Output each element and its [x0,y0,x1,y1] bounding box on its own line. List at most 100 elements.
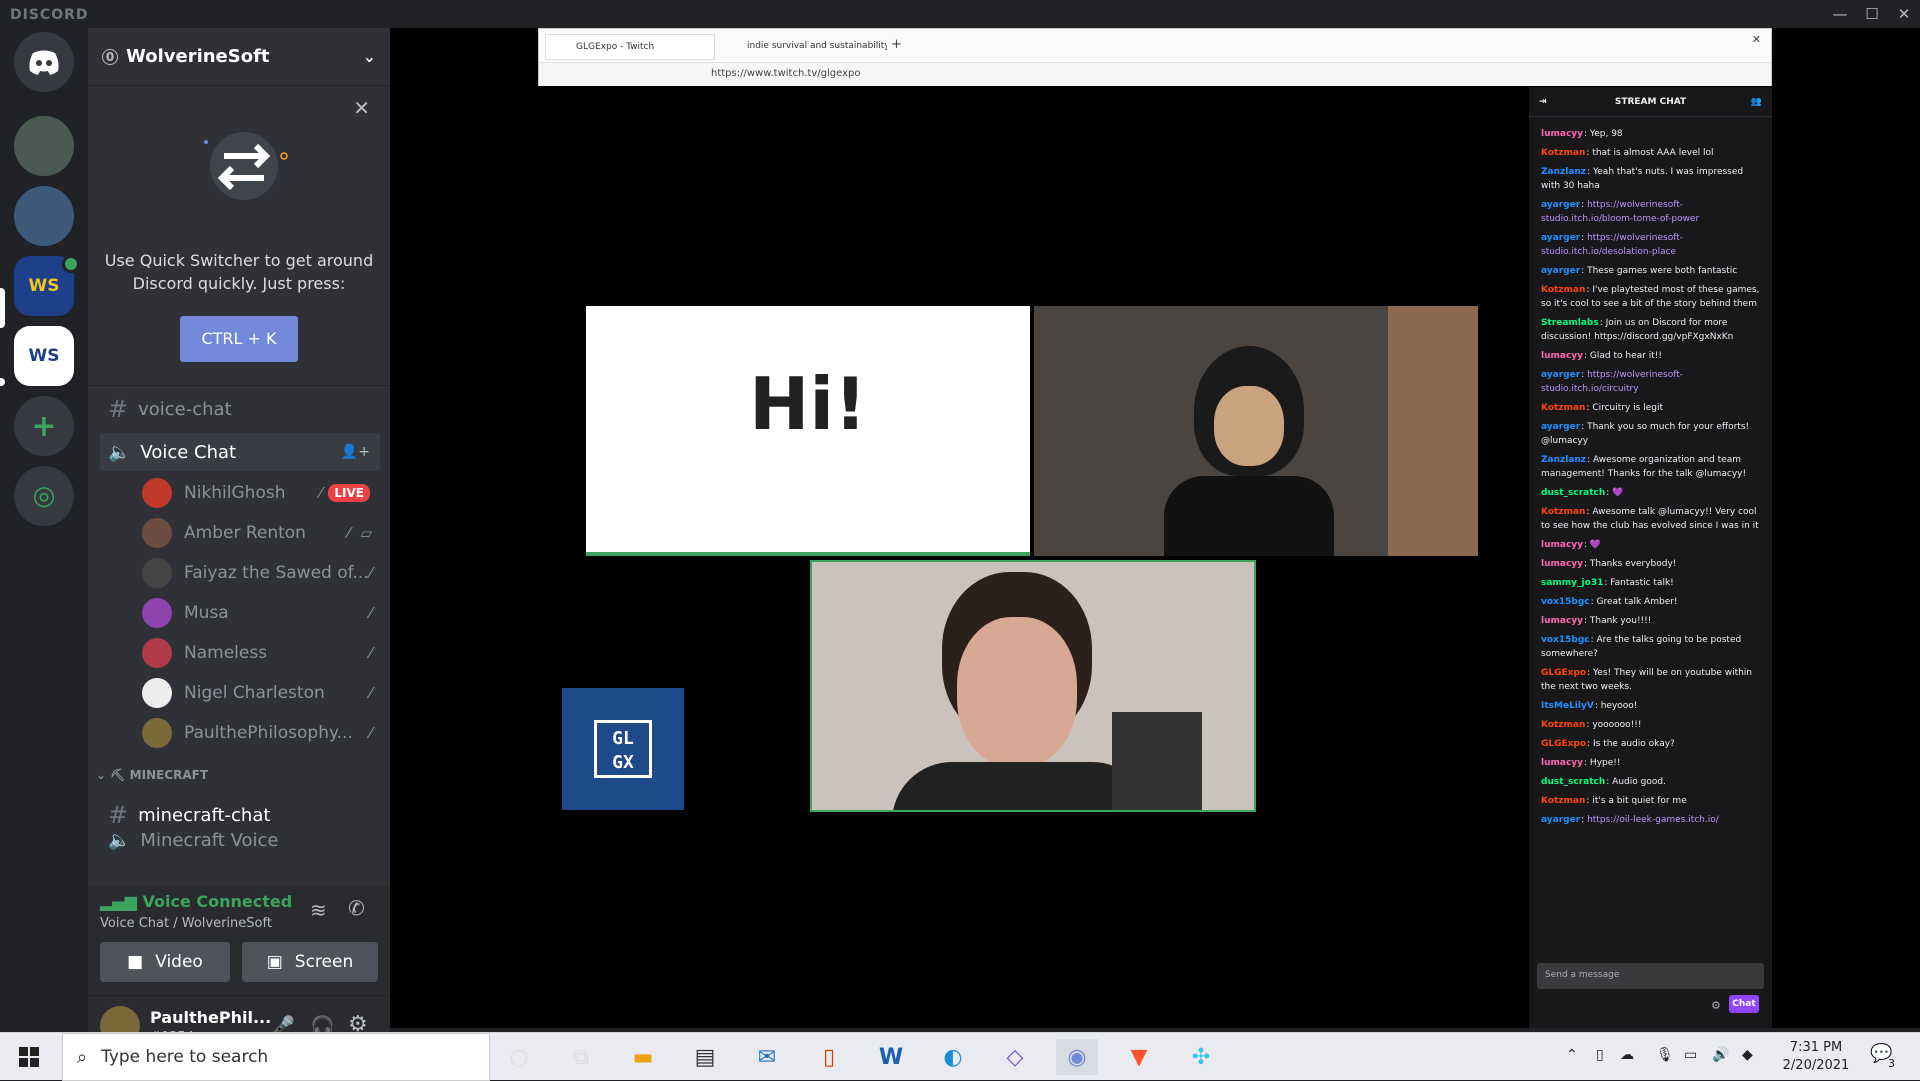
chat-username: lumacyy [1541,351,1584,361]
mail-icon[interactable]: ✉ [746,1039,788,1075]
browser-tab: indie survival and sustainability [747,41,887,51]
server-1-icon[interactable] [14,116,74,176]
chevron-down-icon[interactable]: ⌄ [363,47,376,66]
voice-location[interactable]: Voice Chat / WolverineSoft [100,916,272,931]
cortana-icon[interactable]: ○ [498,1039,540,1075]
quick-switcher-line2: Discord quickly. Just press: [132,274,346,293]
chat-text: yoooooo!!! [1592,720,1642,730]
invite-icon[interactable]: 👤+ [341,444,370,460]
voice-user[interactable]: Amber Renton ⁄ ▱ [142,514,380,552]
add-server-icon[interactable]: + [14,396,74,456]
camera-icon: ■ [127,952,144,972]
chat-text: 💜 [1589,540,1602,550]
tray-device-icon[interactable]: ▯ [1596,1047,1604,1063]
chat-username: lumacyy [1541,559,1584,569]
quick-switcher-button[interactable]: CTRL + K [180,316,298,362]
webcam-tile-2[interactable] [810,560,1256,812]
word-icon[interactable]: W [870,1039,912,1075]
voice-user[interactable]: NikhilGhosh ⁄ LIVE [142,474,380,512]
onedrive-icon[interactable]: ☁ [1620,1047,1634,1063]
channel-minecraft-chat[interactable]: # minecraft-chat [100,796,380,834]
chat-message: vox15bgc: Are the talks going to be post… [1541,633,1760,661]
discord-home-icon[interactable] [14,32,74,92]
chat-username: lumacyy [1541,616,1584,626]
screen-share-view[interactable]: GLGExpo - Twitch indie survival and sust… [390,28,1920,1028]
office-icon[interactable]: ▯ [808,1039,850,1075]
chevron-down-icon: ⌄ ⛏ [96,768,130,782]
webcam-background [1112,712,1202,810]
microphone-icon[interactable]: 🎙 [1656,1047,1674,1063]
chat-text: Hype!! [1589,758,1621,768]
slide-video-tile[interactable]: Hi! [586,306,1030,556]
voice-user-name: Musa [184,603,229,623]
chat-text: Audio good. [1612,777,1666,787]
volume-icon[interactable]: 🔊 [1712,1047,1729,1063]
chat-username: ayarger [1541,266,1581,276]
voice-user[interactable]: Nameless ⁄ [142,634,380,672]
voice-user[interactable]: Nigel Charleston ⁄ [142,674,380,712]
voice-user[interactable]: PaulthePhilosophy... ⁄ [142,714,380,752]
channel-sidebar: 0 WolverineSoft ⌄ ✕ Use Quick Switcher t… [88,28,390,1058]
tray-chevron-icon[interactable]: ⌃ [1566,1047,1578,1063]
windows-start-icon[interactable] [8,1039,50,1075]
server-list: WS WS + ◎ [0,28,88,1028]
chat-username: ayarger [1541,233,1581,243]
chat-username: dust_scratch [1541,488,1606,498]
chat-username: lumacyy [1541,129,1584,139]
screen-share-button[interactable]: ▣ Screen [242,942,378,982]
server-header[interactable]: 0 WolverineSoft ⌄ [88,28,390,86]
slack-icon[interactable]: ✣ [1180,1039,1222,1075]
brave-icon[interactable]: ▼ [1118,1039,1160,1075]
server-wolverinesoft-icon[interactable]: WS [14,326,74,386]
taskbar-search[interactable]: ⌕ Type here to search [62,1033,490,1081]
speaker-icon: 🔈 [108,441,131,463]
chat-message: Zanzlanz: Yeah that's nuts. I was impres… [1541,165,1760,193]
chat-username: ayarger [1541,422,1581,432]
voice-user-name: Nameless [184,643,268,663]
selected-pill [0,288,5,328]
switch-arrows-icon [204,132,288,200]
channel-voice-chat-text[interactable]: # voice-chat [100,390,380,428]
chat-username: sammy_jo31 [1541,578,1604,588]
webcam-background [1388,306,1478,556]
file-explorer-icon[interactable]: ▬ [622,1039,664,1075]
chat-message: ayarger: https://wolverinesoft-studio.it… [1541,368,1760,396]
minimize-icon[interactable]: — [1824,2,1856,26]
chat-message: Streamlabs: Join us on Discord for more … [1541,316,1760,344]
chat-message: lumacyy: Thanks everybody! [1541,557,1760,571]
edge-icon[interactable]: ◐ [932,1039,974,1075]
discord-taskbar-icon[interactable]: ◉ [1056,1039,1098,1075]
chat-message: ayarger: https://wolverinesoft-studio.it… [1541,198,1760,226]
chat-username: ayarger [1541,200,1581,210]
noise-suppression-icon[interactable]: ≋ [310,898,327,922]
channel-minecraft-voice[interactable]: 🔈 Minecraft Voice [100,830,380,854]
chat-text: that is almost AAA level lol [1592,148,1714,158]
chat-text: Is the audio okay? [1593,739,1675,749]
close-icon[interactable]: ✕ [1888,2,1920,26]
chat-message: ayarger: These games were both fantastic [1541,264,1760,278]
mute-icon: ⁄ [369,644,372,662]
webcam-tile-1[interactable] [1034,306,1478,556]
taskbar-clock[interactable]: 7:31 PM 2/20/2021 [1770,1039,1862,1075]
disconnect-icon[interactable]: ✆ [348,896,365,920]
explore-servers-icon[interactable]: ◎ [14,466,74,526]
battery-icon[interactable]: ▭ [1684,1047,1697,1063]
mute-icon: ⁄ [369,724,372,742]
title-bar: DISCORD — ☐ ✕ [0,0,1920,28]
video-button[interactable]: ■ Video [100,942,230,982]
avatar [142,678,172,708]
voice-user[interactable]: Musa ⁄ [142,594,380,632]
dropbox-icon[interactable]: ◆ [1742,1047,1753,1063]
glgx-logo-tile[interactable]: GL GX [562,688,684,810]
slide-text: Hi! [749,362,867,446]
voice-connected-panel: ▂▄▆ Voice Connected Voice Chat / Wolveri… [88,886,390,996]
visual-studio-icon[interactable]: ◇ [994,1039,1036,1075]
task-view-icon[interactable]: ⧉ [560,1039,602,1075]
voice-user[interactable]: Faiyaz the Sawed of... ⁄ [142,554,380,592]
maximize-icon[interactable]: ☐ [1856,2,1888,26]
close-icon[interactable]: ✕ [353,96,370,120]
channel-voice-chat[interactable]: 🔈 Voice Chat 👤+ [100,433,380,471]
store-icon[interactable]: ▤ [684,1039,726,1075]
server-2-icon[interactable] [14,186,74,246]
category-minecraft[interactable]: ⌄ ⛏ MINECRAFT [96,768,208,782]
